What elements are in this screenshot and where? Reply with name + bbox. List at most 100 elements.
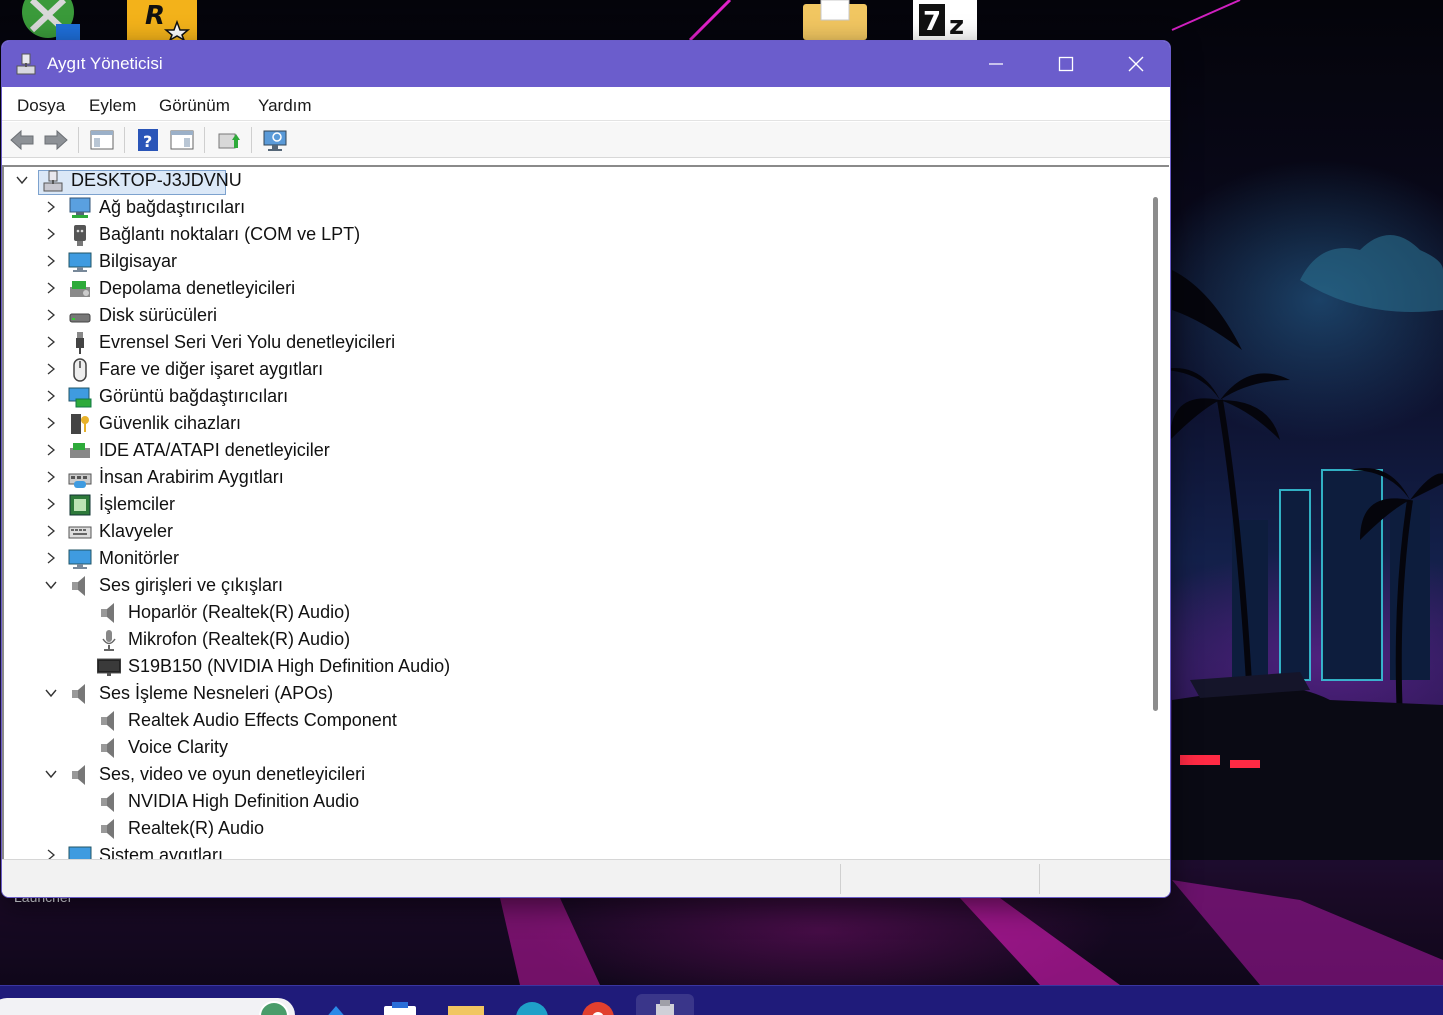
show-hide-console-tree-button[interactable] — [88, 126, 116, 154]
device-tree[interactable]: DESKTOP-J3JDVNU Ağ bağdaştırıcıları Bağl… — [2, 165, 1144, 859]
chevron-right-icon[interactable] — [44, 281, 58, 295]
xbox-like-icon[interactable] — [18, 0, 82, 40]
minimize-icon — [989, 63, 1003, 65]
scrollbar-thumb[interactable] — [1153, 197, 1158, 711]
maximize-icon — [1058, 56, 1074, 72]
properties-pane-icon — [170, 130, 194, 150]
title-bar[interactable]: Aygıt Yöneticisi — [2, 41, 1170, 87]
chevron-right-icon[interactable] — [44, 308, 58, 322]
chevron-right-icon[interactable] — [44, 254, 58, 268]
disk-drive-icon — [69, 313, 91, 323]
tree-item[interactable]: Bilgisayar — [4, 248, 404, 275]
tree-item-expanded[interactable]: Ses, video ve oyun denetleyicileri — [4, 761, 424, 788]
edge-browser-icon[interactable] — [512, 1000, 552, 1015]
chevron-right-icon[interactable] — [44, 524, 58, 538]
tree-item[interactable]: Monitörler — [4, 545, 404, 572]
speaker-icon — [72, 765, 85, 785]
chevron-right-icon[interactable] — [44, 200, 58, 214]
help-button[interactable]: ? — [134, 126, 162, 154]
search-highlight-icon[interactable] — [226, 1000, 294, 1015]
tree-item[interactable]: Ağ bağdaştırıcıları — [4, 194, 404, 221]
menu-gorunum[interactable]: Görünüm — [159, 96, 230, 116]
tree-item-label: Güvenlik cihazları — [99, 413, 242, 433]
tree-item[interactable]: IDE ATA/ATAPI denetleyiciler — [4, 437, 404, 464]
tree-item[interactable]: Bağlantı noktaları (COM ve LPT) — [4, 221, 404, 248]
tree-item[interactable]: İnsan Arabirim Aygıtları — [4, 464, 404, 491]
menu-bar: Dosya Eylem Görünüm Yardım — [2, 87, 1170, 121]
forward-arrow-icon — [44, 129, 68, 151]
tree-child-item[interactable]: S19B150 (NVIDIA High Definition Audio) — [4, 653, 504, 680]
tree-item[interactable]: Depolama denetleyicileri — [4, 275, 404, 302]
chevron-right-icon[interactable] — [44, 443, 58, 457]
file-explorer-icon[interactable] — [446, 1000, 486, 1015]
keyboard-icon — [68, 526, 92, 539]
status-separator — [1039, 864, 1040, 894]
menu-yardim[interactable]: Yardım — [258, 96, 312, 116]
chevron-right-icon[interactable] — [44, 470, 58, 484]
tree-item-label: Ses girişleri ve çıkışları — [99, 575, 284, 595]
tree-item[interactable]: İşlemciler — [4, 491, 404, 518]
chevron-right-icon[interactable] — [44, 416, 58, 430]
7zip-icon[interactable]: 7 z — [913, 0, 977, 40]
tree-item[interactable]: Fare ve diğer işaret aygıtları — [4, 356, 404, 383]
tree-item[interactable]: Görüntü bağdaştırıcıları — [4, 383, 404, 410]
store-icon[interactable] — [380, 1000, 420, 1015]
chevron-down-icon[interactable] — [15, 173, 29, 187]
close-button[interactable] — [1101, 41, 1170, 87]
maximize-button[interactable] — [1031, 41, 1101, 87]
tree-root-row[interactable]: DESKTOP-J3JDVNU — [4, 167, 304, 195]
show-hide-console-tree-icon — [90, 130, 114, 150]
device-manager-icon — [14, 52, 38, 80]
tree-item-label: İnsan Arabirim Aygıtları — [99, 467, 284, 487]
tree-item[interactable]: Güvenlik cihazları — [4, 410, 404, 437]
chevron-down-icon[interactable] — [44, 686, 58, 700]
chevron-right-icon[interactable] — [44, 362, 58, 376]
system-device-icon — [68, 846, 92, 859]
speaker-icon — [101, 603, 114, 623]
tree-child-item[interactable]: Mikrofon (Realtek(R) Audio) — [4, 626, 454, 653]
tree-child-item[interactable]: Realtek(R) Audio — [4, 815, 454, 842]
rockstar-launcher-icon[interactable]: R — [127, 0, 197, 40]
tree-child-item[interactable]: Realtek Audio Effects Component — [4, 707, 454, 734]
device-manager-taskbar-icon[interactable] — [636, 994, 694, 1015]
folder-icon[interactable] — [803, 0, 867, 40]
menu-eylem[interactable]: Eylem — [89, 96, 136, 116]
toolbar-separator — [204, 127, 205, 153]
back-button[interactable] — [8, 126, 36, 154]
tree-child-item[interactable]: Hoparlör (Realtek(R) Audio) — [4, 599, 454, 626]
tree-item[interactable]: Sistem aygıtları — [4, 842, 404, 859]
tree-child-item[interactable]: NVIDIA High Definition Audio — [4, 788, 454, 815]
vertical-scrollbar[interactable] — [1144, 165, 1169, 859]
usb-icon — [76, 332, 84, 354]
close-icon — [1128, 56, 1144, 72]
svg-text:7: 7 — [923, 7, 941, 37]
tree-item-label: Ağ bağdaştırıcıları — [99, 197, 246, 217]
chevron-right-icon[interactable] — [44, 335, 58, 349]
minimize-button[interactable] — [961, 41, 1031, 87]
tree-item[interactable]: Disk sürücüleri — [4, 302, 404, 329]
update-driver-button[interactable] — [215, 126, 243, 154]
chevron-right-icon[interactable] — [44, 497, 58, 511]
menu-dosya[interactable]: Dosya — [17, 96, 65, 116]
tree-child-item[interactable]: Voice Clarity — [4, 734, 454, 761]
properties-pane-button[interactable] — [168, 126, 196, 154]
chevron-right-icon[interactable] — [44, 389, 58, 403]
tree-root-label: DESKTOP-J3JDVNU — [71, 170, 242, 190]
tree-item-expanded[interactable]: Ses İşleme Nesneleri (APOs) — [4, 680, 404, 707]
tree-item-label: Sistem aygıtları — [99, 845, 224, 859]
tree-child-label: Hoparlör (Realtek(R) Audio) — [128, 602, 351, 622]
tree-item-expanded[interactable]: Ses girişleri ve çıkışları — [4, 572, 404, 599]
chevron-down-icon[interactable] — [44, 578, 58, 592]
chevron-down-icon[interactable] — [44, 767, 58, 781]
tree-item[interactable]: Klavyeler — [4, 518, 404, 545]
taskview-icon[interactable] — [316, 1000, 356, 1015]
chevron-right-icon[interactable] — [44, 227, 58, 241]
tree-item[interactable]: Evrensel Seri Veri Yolu denetleyicileri — [4, 329, 424, 356]
chrome-browser-icon[interactable] — [578, 1000, 618, 1015]
scan-hardware-button[interactable] — [262, 126, 290, 154]
chevron-right-icon[interactable] — [44, 551, 58, 565]
forward-button[interactable] — [42, 126, 70, 154]
chevron-right-icon[interactable] — [44, 848, 58, 859]
status-separator — [840, 864, 841, 894]
toolbar-separator — [78, 127, 79, 153]
